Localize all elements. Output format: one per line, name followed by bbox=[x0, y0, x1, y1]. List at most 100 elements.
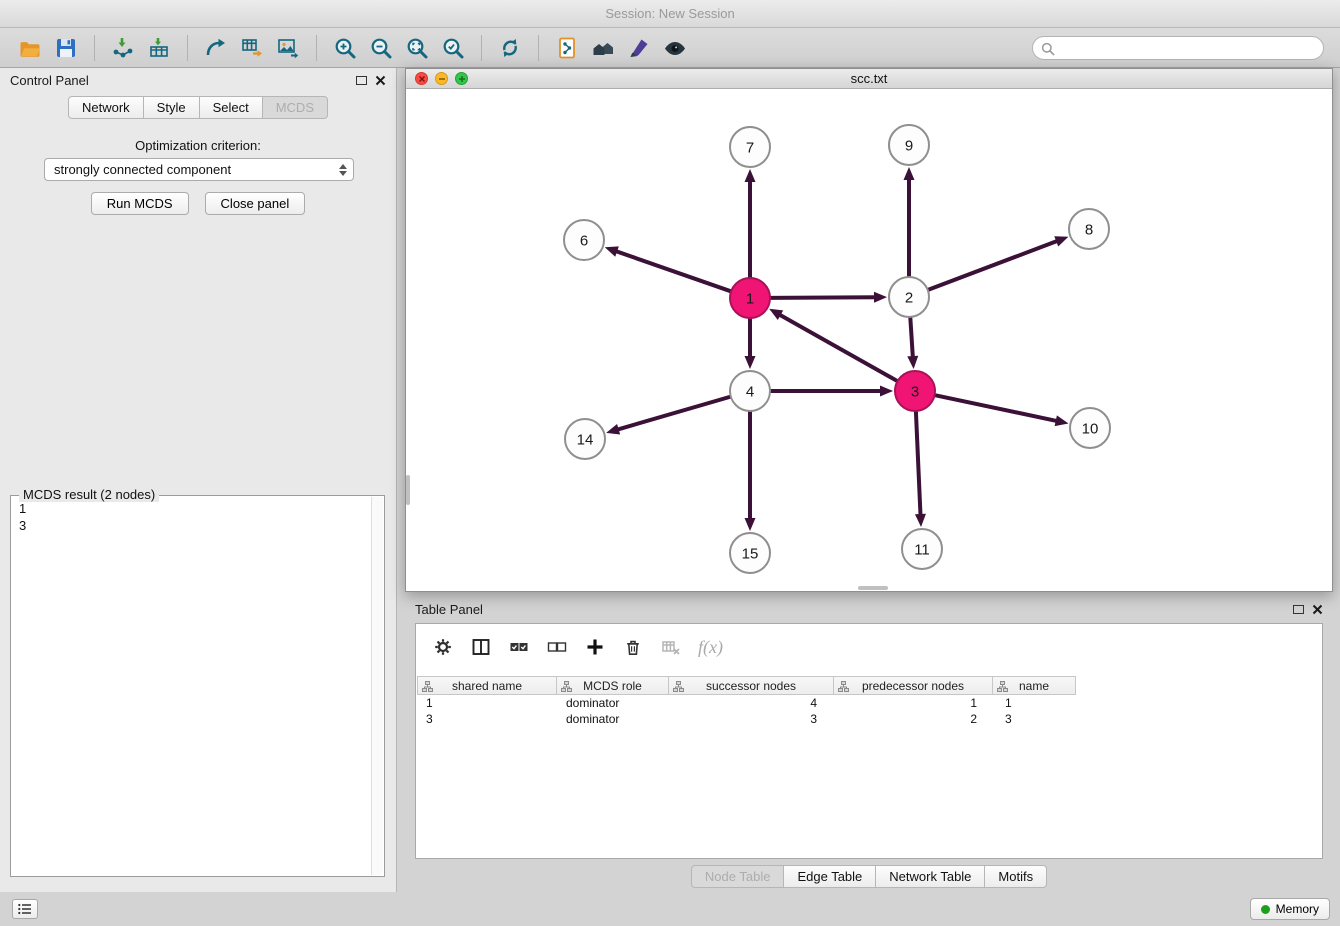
graph-edge[interactable] bbox=[615, 251, 730, 291]
graph-edge[interactable] bbox=[916, 412, 921, 516]
table-settings-button[interactable] bbox=[426, 630, 460, 664]
export-image-button[interactable] bbox=[270, 32, 306, 64]
zoom-out-button[interactable] bbox=[363, 32, 399, 64]
delete-table-button[interactable] bbox=[654, 630, 688, 664]
fx-icon: f(x) bbox=[692, 637, 723, 658]
column-header[interactable]: shared name bbox=[417, 676, 557, 695]
table-row[interactable]: 3dominator323 bbox=[418, 711, 1322, 727]
column-header[interactable]: name bbox=[992, 676, 1076, 695]
table-panel-header-icons bbox=[1293, 604, 1323, 615]
table-panel-title: Table Panel bbox=[415, 602, 483, 617]
toolbar-separator bbox=[316, 35, 317, 61]
control-panel-tabs: Network Style Select MCDS bbox=[0, 96, 396, 119]
import-table-button[interactable] bbox=[141, 32, 177, 64]
close-icon bbox=[418, 75, 426, 83]
graph-edge[interactable] bbox=[771, 297, 876, 298]
table-cell[interactable]: 4 bbox=[671, 695, 837, 711]
column-header[interactable]: successor nodes bbox=[668, 676, 834, 695]
unselect-all-columns-button[interactable] bbox=[540, 630, 574, 664]
table-cell[interactable]: dominator bbox=[558, 695, 671, 711]
column-type-icon bbox=[997, 681, 1008, 692]
float-panel-icon[interactable] bbox=[1293, 605, 1304, 614]
table-cell[interactable]: dominator bbox=[558, 711, 671, 727]
graph-node-label: 11 bbox=[914, 541, 930, 558]
search-input[interactable] bbox=[1059, 38, 1313, 58]
network-canvas[interactable]: 7968124314101511 bbox=[406, 89, 1332, 590]
column-header[interactable]: MCDS role bbox=[556, 676, 669, 695]
graph-edge[interactable] bbox=[617, 397, 730, 430]
result-item[interactable]: 1 bbox=[15, 500, 368, 517]
edge-arrowhead-icon bbox=[606, 424, 620, 435]
tab-motifs[interactable]: Motifs bbox=[984, 865, 1047, 888]
delete-columns-button[interactable] bbox=[616, 630, 650, 664]
graph-edge[interactable] bbox=[910, 318, 913, 358]
close-panel-icon[interactable] bbox=[375, 75, 386, 86]
graph-edge[interactable] bbox=[936, 395, 1058, 421]
table-row[interactable]: 1dominator411 bbox=[418, 695, 1322, 711]
show-graphics-details-button[interactable] bbox=[657, 32, 693, 64]
function-builder-button[interactable]: f(x) bbox=[692, 630, 723, 664]
close-panel-icon[interactable] bbox=[1312, 604, 1323, 615]
show-columns-button[interactable] bbox=[464, 630, 498, 664]
memory-button[interactable]: Memory bbox=[1250, 898, 1330, 920]
result-list-scrollbar[interactable] bbox=[371, 497, 383, 875]
new-network-button[interactable] bbox=[198, 32, 234, 64]
column-header[interactable]: predecessor nodes bbox=[833, 676, 993, 695]
select-all-columns-button[interactable] bbox=[502, 630, 536, 664]
import-network-button[interactable] bbox=[105, 32, 141, 64]
network-graph[interactable]: 7968124314101511 bbox=[406, 89, 1332, 590]
column-type-icon bbox=[561, 681, 572, 692]
open-session-button[interactable] bbox=[12, 32, 48, 64]
edge-arrowhead-icon bbox=[605, 246, 619, 256]
result-item[interactable]: 3 bbox=[15, 517, 368, 534]
table-cell[interactable]: 2 bbox=[837, 711, 997, 727]
table-cell[interactable]: 3 bbox=[997, 711, 1081, 727]
task-history-button[interactable] bbox=[12, 899, 38, 919]
mcds-result-list[interactable]: 13 bbox=[15, 500, 368, 872]
zoom-selected-button[interactable] bbox=[435, 32, 471, 64]
export-image-icon bbox=[276, 36, 300, 60]
tab-network-table[interactable]: Network Table bbox=[875, 865, 985, 888]
horizontal-scrollbar-handle[interactable] bbox=[858, 586, 888, 590]
tab-style[interactable]: Style bbox=[143, 96, 200, 119]
network-overview-button[interactable] bbox=[585, 32, 621, 64]
tab-network[interactable]: Network bbox=[68, 96, 144, 119]
table-cell[interactable]: 1 bbox=[997, 695, 1081, 711]
table-cell[interactable]: 3 bbox=[418, 711, 558, 727]
network-window-titlebar[interactable]: scc.txt bbox=[406, 69, 1332, 89]
table-cell[interactable]: 1 bbox=[418, 695, 558, 711]
apply-layout-button[interactable] bbox=[492, 32, 528, 64]
minimize-window-button[interactable] bbox=[435, 72, 448, 85]
zoom-fit-button[interactable] bbox=[399, 32, 435, 64]
graph-edge[interactable] bbox=[929, 241, 1058, 290]
graph-edge[interactable] bbox=[779, 314, 897, 380]
tab-select[interactable]: Select bbox=[199, 96, 263, 119]
close-panel-button[interactable]: Close panel bbox=[205, 192, 306, 215]
vertical-scrollbar-handle[interactable] bbox=[406, 475, 410, 505]
graph-node-label: 3 bbox=[911, 383, 919, 400]
edge-arrowhead-icon bbox=[907, 356, 918, 369]
table-cell[interactable]: 3 bbox=[671, 711, 837, 727]
tab-mcds[interactable]: MCDS bbox=[262, 96, 328, 119]
copy-network-button[interactable] bbox=[549, 32, 585, 64]
maximize-window-button[interactable] bbox=[455, 72, 468, 85]
table-panel-header: Table Panel bbox=[405, 597, 1333, 621]
table-cell[interactable]: 1 bbox=[837, 695, 997, 711]
tab-edge-table[interactable]: Edge Table bbox=[783, 865, 876, 888]
float-panel-icon[interactable] bbox=[356, 76, 367, 85]
criterion-select[interactable]: strongly connected component bbox=[44, 158, 354, 181]
delete-table-icon bbox=[661, 637, 681, 657]
edge-arrowhead-icon bbox=[874, 292, 887, 303]
close-window-button[interactable] bbox=[415, 72, 428, 85]
tab-node-table[interactable]: Node Table bbox=[691, 865, 785, 888]
run-mcds-button[interactable]: Run MCDS bbox=[91, 192, 189, 215]
export-network-button[interactable] bbox=[234, 32, 270, 64]
zoom-in-button[interactable] bbox=[327, 32, 363, 64]
apply-style-button[interactable] bbox=[621, 32, 657, 64]
mcds-result-box: MCDS result (2 nodes) 13 bbox=[10, 495, 385, 877]
memory-status-icon bbox=[1261, 905, 1270, 914]
create-column-button[interactable] bbox=[578, 630, 612, 664]
search-icon bbox=[1041, 42, 1055, 56]
save-session-button[interactable] bbox=[48, 32, 84, 64]
column-type-icon bbox=[673, 681, 684, 692]
